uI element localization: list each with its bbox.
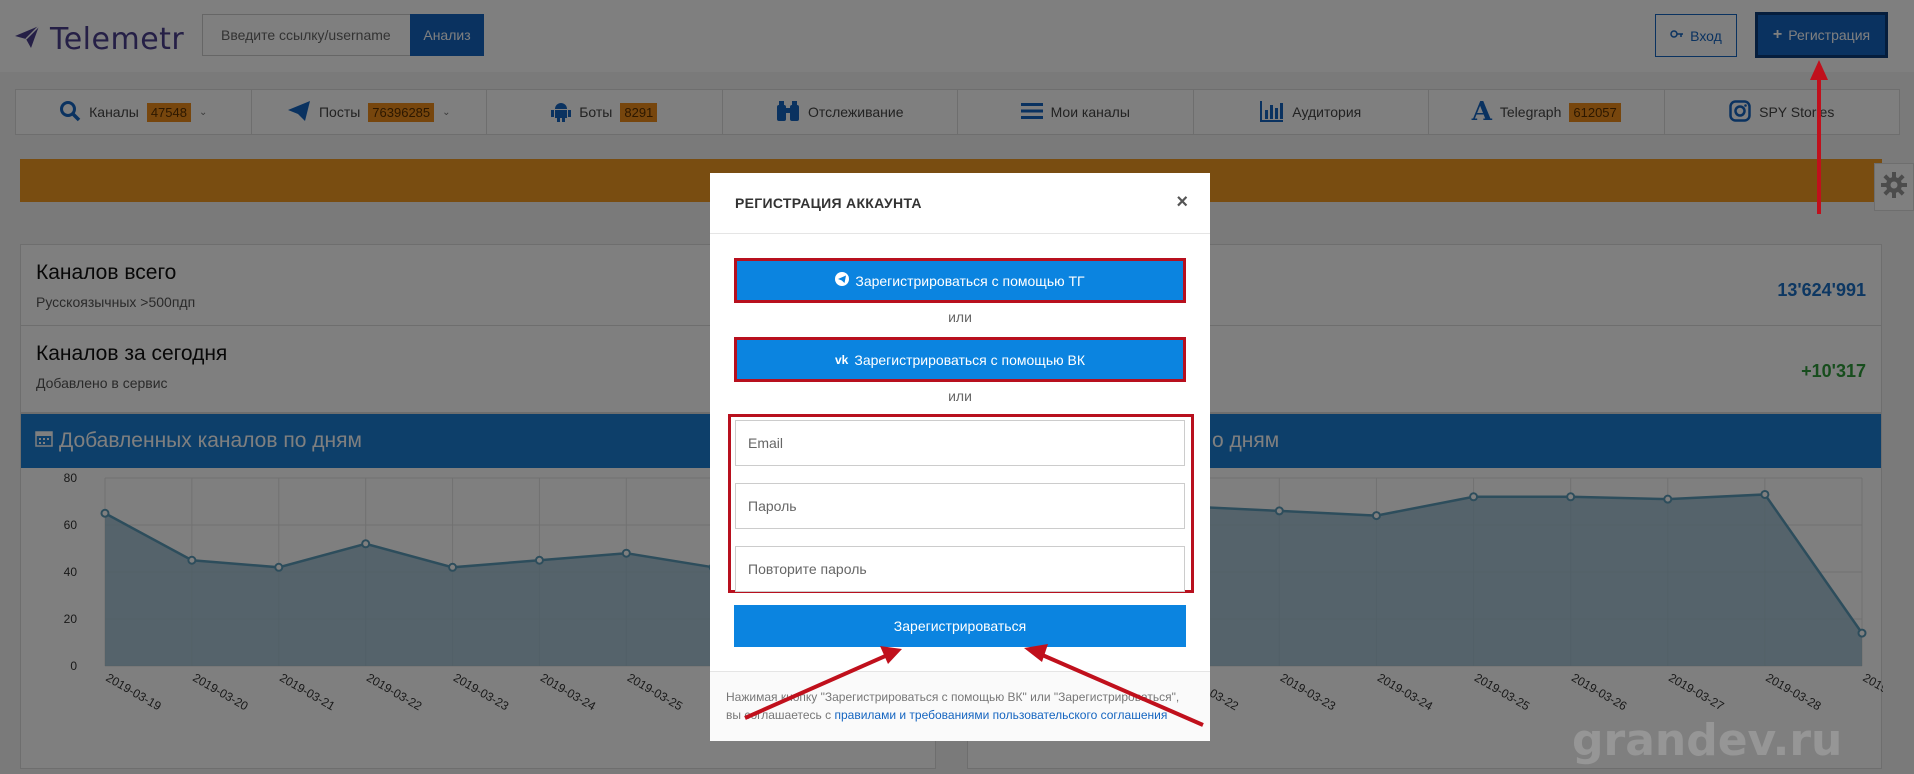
telegram-icon (835, 272, 850, 289)
terms-link[interactable]: правилами и требованиями пользовательско… (834, 708, 1167, 722)
modal-footer: Нажимая кнопку "Зарегистрироваться с пом… (710, 671, 1210, 741)
terms-line2: вы соглашаетесь с правилами и требования… (726, 706, 1194, 724)
registration-modal: РЕГИСТРАЦИЯ АККАУНТА × Зарегистрироватьс… (710, 173, 1210, 741)
or-separator: или (948, 388, 972, 404)
modal-title: РЕГИСТРАЦИЯ АККАУНТА (735, 195, 922, 211)
vk-icon: vk (835, 352, 849, 367)
terms-prefix: вы соглашаетесь с (726, 708, 835, 722)
button-label: Зарегистрироваться с помощью ТГ (855, 272, 1085, 289)
email-field[interactable] (735, 420, 1185, 466)
submit-register-button[interactable]: Зарегистрироваться (734, 605, 1186, 647)
credentials-form (728, 414, 1194, 593)
register-vk-button[interactable]: vk Зарегистрироваться с помощью ВК (734, 337, 1186, 382)
or-separator: или (948, 309, 972, 325)
password-field[interactable] (735, 483, 1185, 529)
close-icon[interactable]: × (1176, 191, 1188, 214)
repeat-password-field[interactable] (735, 546, 1185, 592)
register-telegram-button[interactable]: Зарегистрироваться с помощью ТГ (734, 258, 1186, 303)
terms-text: Нажимая кнопку "Зарегистрироваться с пом… (726, 690, 1180, 704)
modal-header: РЕГИСТРАЦИЯ АККАУНТА × (710, 173, 1210, 234)
button-label: Зарегистрироваться с помощью ВК (854, 351, 1085, 368)
watermark: grandev.ru (1572, 715, 1843, 766)
